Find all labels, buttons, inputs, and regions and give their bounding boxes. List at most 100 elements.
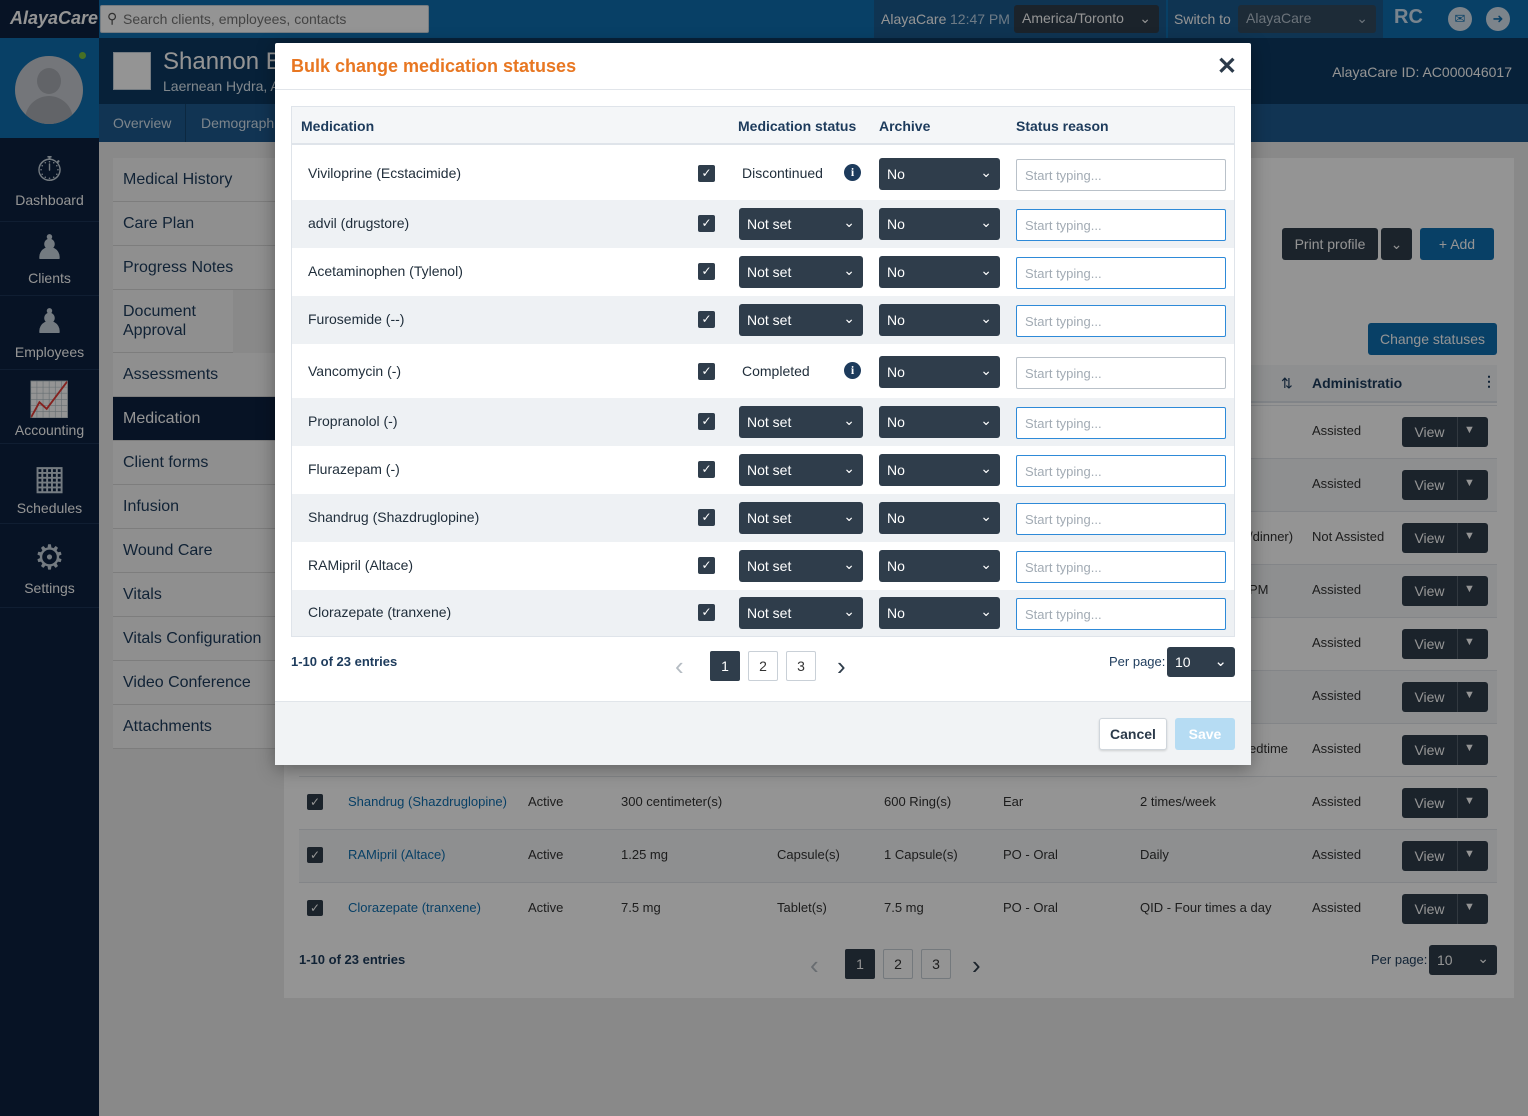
row-checkbox[interactable]: ✓ — [698, 604, 715, 621]
per-page-select[interactable]: 10 ⌄ — [1167, 647, 1235, 677]
page-2[interactable]: 2 — [748, 651, 778, 681]
archive-select[interactable]: No ⌄ — [879, 208, 1000, 240]
status-reason-input[interactable] — [1016, 551, 1226, 583]
table-row: Clorazepate (tranxene) ✓ Not set ⌄ No ⌄ — [292, 590, 1234, 636]
column-medication: Medication — [301, 118, 375, 134]
status-reason-input[interactable] — [1016, 503, 1226, 535]
modal-title: Bulk change medication statuses — [291, 56, 577, 76]
medication-name: Clorazepate (tranxene) — [308, 604, 452, 620]
archive-value: No — [887, 558, 905, 574]
status-reason-input[interactable] — [1016, 257, 1226, 289]
chevron-down-icon: ⌄ — [843, 508, 855, 524]
archive-value: No — [887, 364, 905, 380]
row-checkbox[interactable]: ✓ — [698, 509, 715, 526]
status-reason-input[interactable] — [1016, 357, 1226, 389]
chevron-down-icon: ⌄ — [843, 262, 855, 278]
archive-select[interactable]: No ⌄ — [879, 502, 1000, 534]
medication-status-select[interactable]: Not set ⌄ — [739, 597, 863, 629]
status-reason-input[interactable] — [1016, 305, 1226, 337]
info-icon[interactable]: i — [844, 164, 861, 181]
chevron-down-icon: ⌄ — [1214, 653, 1227, 670]
status-reason-input[interactable] — [1016, 159, 1226, 191]
chevron-down-icon: ⌄ — [843, 460, 855, 476]
archive-value: No — [887, 414, 905, 430]
prev-page-icon[interactable]: ‹ — [675, 651, 684, 681]
row-checkbox[interactable]: ✓ — [698, 215, 715, 232]
archive-select[interactable]: No ⌄ — [879, 356, 1000, 388]
medication-status-select[interactable]: Not set ⌄ — [739, 454, 863, 486]
chevron-down-icon: ⌄ — [980, 508, 992, 524]
archive-select[interactable]: No ⌄ — [879, 550, 1000, 582]
row-checkbox[interactable]: ✓ — [698, 363, 715, 380]
medication-status-select[interactable]: Not set ⌄ — [739, 256, 863, 288]
archive-value: No — [887, 166, 905, 182]
row-checkbox[interactable]: ✓ — [698, 311, 715, 328]
chevron-down-icon: ⌄ — [980, 603, 992, 619]
medication-status-table: Medication Medication status Archive Sta… — [291, 106, 1235, 637]
row-checkbox[interactable]: ✓ — [698, 413, 715, 430]
medication-status-value: Not set — [747, 264, 792, 280]
row-checkbox[interactable]: ✓ — [698, 461, 715, 478]
chevron-down-icon: ⌄ — [843, 310, 855, 326]
per-page-label: Per page: — [1109, 654, 1166, 669]
table-row: Propranolol (-) ✓ Not set ⌄ No ⌄ — [292, 398, 1234, 446]
medication-name: Viviloprine (Ecstacimide) — [308, 165, 462, 181]
table-header: Medication Medication status Archive Sta… — [292, 107, 1234, 145]
page-1[interactable]: 1 — [710, 651, 740, 681]
medication-status-value: Not set — [747, 312, 792, 328]
medication-status-value: Not set — [747, 605, 792, 621]
chevron-down-icon: ⌄ — [980, 262, 992, 278]
status-reason-input[interactable] — [1016, 209, 1226, 241]
medication-name: Shandrug (Shazdruglopine) — [308, 509, 480, 525]
archive-select[interactable]: No ⌄ — [879, 406, 1000, 438]
row-checkbox[interactable]: ✓ — [698, 557, 715, 574]
save-button[interactable]: Save — [1175, 718, 1235, 750]
status-reason-input[interactable] — [1016, 455, 1226, 487]
medication-name: Acetaminophen (Tylenol) — [308, 263, 463, 279]
chevron-down-icon: ⌄ — [980, 214, 992, 230]
chevron-down-icon: ⌄ — [843, 412, 855, 428]
medication-status-value: Not set — [747, 510, 792, 526]
table-row: Flurazepam (-) ✓ Not set ⌄ No ⌄ — [292, 446, 1234, 494]
medication-status-select[interactable]: Not set ⌄ — [739, 502, 863, 534]
info-icon[interactable]: i — [844, 362, 861, 379]
archive-select[interactable]: No ⌄ — [879, 304, 1000, 336]
next-page-icon[interactable]: › — [837, 651, 846, 681]
column-archive: Archive — [879, 118, 931, 134]
table-row: Viviloprine (Ecstacimide) ✓ Discontinued i N… — [292, 147, 1234, 200]
archive-select[interactable]: No ⌄ — [879, 158, 1000, 190]
page-3[interactable]: 3 — [786, 651, 816, 681]
medication-status-select[interactable]: Not set ⌄ — [739, 304, 863, 336]
archive-value: No — [887, 216, 905, 232]
archive-select[interactable]: No ⌄ — [879, 256, 1000, 288]
table-row: RAMipril (Altace) ✓ Not set ⌄ No ⌄ — [292, 542, 1234, 590]
archive-value: No — [887, 264, 905, 280]
table-row: Shandrug (Shazdruglopine) ✓ Not set ⌄ No ⌄ — [292, 494, 1234, 542]
row-checkbox[interactable]: ✓ — [698, 263, 715, 280]
archive-select[interactable]: No ⌄ — [879, 454, 1000, 486]
status-reason-input[interactable] — [1016, 407, 1226, 439]
chevron-down-icon: ⌄ — [980, 164, 992, 180]
modal-header: Bulk change medication statuses ✕ — [275, 43, 1251, 90]
medication-status-select[interactable]: Not set ⌄ — [739, 208, 863, 240]
chevron-down-icon: ⌄ — [843, 603, 855, 619]
medication-name: Furosemide (--) — [308, 311, 405, 327]
medication-status-value: Not set — [747, 462, 792, 478]
column-status-reason: Status reason — [1016, 118, 1109, 134]
medication-status-select[interactable]: Not set ⌄ — [739, 406, 863, 438]
chevron-down-icon: ⌄ — [843, 556, 855, 572]
medication-status-select[interactable]: Not set ⌄ — [739, 550, 863, 582]
archive-select[interactable]: No ⌄ — [879, 597, 1000, 629]
medication-name: Flurazepam (-) — [308, 461, 400, 477]
entries-count: 1-10 of 23 entries — [291, 654, 398, 669]
cancel-button[interactable]: Cancel — [1099, 718, 1167, 750]
chevron-down-icon: ⌄ — [980, 556, 992, 572]
status-reason-input[interactable] — [1016, 598, 1226, 630]
table-row: Furosemide (--) ✓ Not set ⌄ No ⌄ — [292, 296, 1234, 344]
medication-status-text: Discontinued — [742, 165, 823, 181]
archive-value: No — [887, 312, 905, 328]
medication-name: RAMipril (Altace) — [308, 557, 414, 573]
row-checkbox[interactable]: ✓ — [698, 165, 715, 182]
close-icon[interactable]: ✕ — [1217, 52, 1237, 81]
chevron-down-icon: ⌄ — [843, 214, 855, 230]
